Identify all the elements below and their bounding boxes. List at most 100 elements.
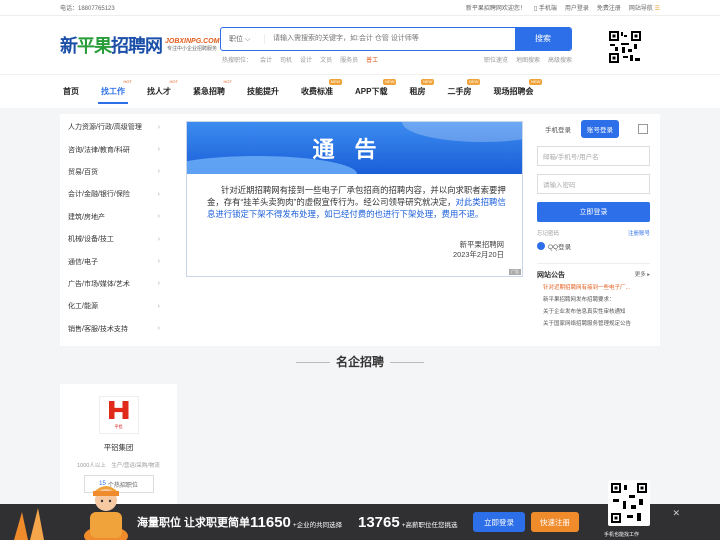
hot-item[interactable]: 文员 (320, 55, 332, 64)
hot-label: 热搜职位： (222, 57, 253, 64)
more-link[interactable]: 更多 ▸ (635, 270, 650, 280)
announce-title: 网站公告 (537, 272, 565, 279)
ad-badge: 广告 (509, 269, 521, 275)
nav-rent[interactable]: 租房 NEW (406, 75, 435, 109)
category-item[interactable]: 通信/电子 › (60, 250, 178, 272)
logo-domain: JOBXINPG.COM (165, 38, 220, 45)
chevron-down-icon: ⌵ (244, 35, 251, 43)
nav-job-fair[interactable]: 现场招聘会 NEW (490, 75, 543, 109)
job-overview-link[interactable]: 职位速览 (484, 55, 508, 64)
hot-item[interactable]: 会计 (260, 55, 272, 64)
qq-login[interactable]: QQ登录 (537, 241, 660, 251)
category-item[interactable]: 会计/金融/银行/保险 › (60, 183, 178, 205)
notice-title: 通告 (312, 137, 397, 163)
promo-slogan: 海量职位 让求职更简单 (137, 517, 251, 529)
stat-jobs: 13765 +高薪职位任您挑选 (358, 513, 458, 531)
login-link[interactable]: 用户登录 (565, 3, 589, 12)
notice-banner[interactable]: 通告 针对近期招聘网有接到一些电子厂承包招商的招聘内容，并以向求职者索要押金，存… (186, 121, 523, 277)
chevron-right-icon: › (157, 213, 160, 221)
new-tag: NEW (383, 78, 397, 85)
notice-header: 通告 (187, 122, 522, 174)
announce-item[interactable]: 关于企业发布信息真实性审核通知 (537, 308, 650, 316)
promo-register-button[interactable]: 快速注册 (531, 512, 579, 532)
login-button[interactable]: 立即登录 (537, 202, 650, 222)
nav-urgent[interactable]: 紧急招聘 HOT (190, 75, 232, 109)
register-account-link[interactable]: 注册账号 (628, 229, 650, 237)
announce-item[interactable]: 关于国家网络招聘服务管理规定公告 (537, 320, 650, 328)
chevron-right-icon: › (157, 302, 160, 310)
nav-find-job[interactable]: 找工作 HOT (98, 75, 132, 109)
search-button[interactable]: 搜索 (515, 27, 571, 50)
bottom-promo-bar: 海量职位 让求职更简单 11650 +企业的共同选择 13765 +高薪职位任您挑选… (0, 480, 720, 540)
nav-find-talent[interactable]: 找人才 HOT (144, 75, 178, 109)
tab-mobile-login[interactable]: 手机登录 (539, 120, 577, 138)
nav-second-hand[interactable]: 二手房 NEW (444, 75, 481, 109)
top-links: 新平果招聘网欢迎您！ ▯ 手机端 用户登录 免费注册 网站导航 ☰ (466, 3, 660, 12)
search-type-select[interactable]: 职位 ⌵ (221, 33, 265, 44)
chevron-right-icon: › (157, 168, 160, 176)
hot-tag: HOT (169, 78, 178, 84)
category-item[interactable]: 贸易/百货 › (60, 161, 178, 183)
register-link[interactable]: 免费注册 (597, 3, 621, 12)
phone-icon: ▯ (533, 6, 538, 12)
contact-phone: 电话：18807765123 (60, 6, 115, 12)
site-logo[interactable]: 新平果招聘网 JOBXINPG.COM 专注中小企业招聘服务 (60, 32, 220, 58)
search-box: 职位 ⌵ 搜索 (220, 26, 572, 51)
category-item[interactable]: 建筑/房地产 › (60, 206, 178, 228)
map-search-link[interactable]: 地图搜索 (516, 55, 540, 64)
nav-pricing[interactable]: 收费标准 NEW (298, 75, 342, 109)
hot-item[interactable]: 司机 (280, 55, 292, 64)
category-item[interactable]: 咨询/法律/教育/科研 › (60, 138, 178, 160)
chevron-right-icon: › (157, 146, 160, 154)
person-illustration (84, 486, 128, 540)
new-tag: NEW (529, 78, 543, 85)
mobile-link[interactable]: ▯ 手机端 (534, 3, 557, 12)
new-tag: NEW (328, 78, 342, 85)
decor-dots (14, 508, 44, 540)
site-nav-link[interactable]: 网站导航 ☰ (629, 3, 660, 12)
category-item[interactable]: 广告/市场/媒体/艺术 › (60, 273, 178, 295)
category-item[interactable]: 人力资源/行政/高级管理 › (60, 116, 178, 138)
search-input[interactable] (265, 27, 515, 50)
qr-code-icon (611, 483, 647, 523)
hot-tag: HOT (223, 78, 232, 84)
category-item[interactable]: 机械/设备/技工 › (60, 228, 178, 250)
qr-login-icon[interactable] (638, 124, 648, 134)
category-item[interactable]: 化工/能源 › (60, 295, 178, 317)
menu-icon: ☰ (654, 6, 660, 12)
notice-body: 针对近期招聘网有接到一些电子厂承包招商的招聘内容，并以向求职者索要押金，存有“挂… (207, 185, 506, 219)
chevron-right-icon: › (157, 190, 160, 198)
section-famous-companies: 名企招聘 (0, 353, 720, 370)
qr-caption: 手机也能找工作 (604, 532, 640, 538)
search-area: 职位 ⌵ 搜索 热搜职位： 会计 司机 设计 文员 服务员 普工 职位速览 地图… (220, 26, 572, 64)
password-field[interactable]: 请输入密码 (537, 174, 650, 194)
stat-companies: 11650 +企业的共同选择 (250, 513, 343, 531)
new-tag: NEW (421, 78, 435, 85)
qq-icon (537, 242, 545, 250)
nav-home[interactable]: 首页 (60, 75, 82, 109)
nav-skills[interactable]: 技能提升 (244, 75, 282, 109)
hot-tag: HOT (123, 78, 132, 84)
top-bar: 电话：18807765123 新平果招聘网欢迎您！ ▯ 手机端 用户登录 免费注… (0, 0, 720, 16)
category-item[interactable]: 销售/客服/技术支持 › (60, 318, 178, 340)
nav-app-download[interactable]: APP下载 NEW (352, 75, 397, 109)
logo-tagline: 专注中小企业招聘服务 (167, 46, 218, 52)
promo-login-button[interactable]: 立即登录 (473, 512, 525, 532)
close-icon[interactable]: ✕ (672, 508, 680, 519)
username-field[interactable]: 邮箱/手机号/用户名 (537, 146, 650, 166)
forgot-password-link[interactable]: 忘记密码 (537, 229, 559, 237)
logo-text-a: 新 (60, 36, 78, 56)
tab-account-login[interactable]: 账号登录 (581, 120, 619, 138)
chevron-right-icon: › (157, 325, 160, 333)
announce-item[interactable]: 针对近期招聘网有接到一些电子厂... (537, 284, 650, 292)
login-tabs: 手机登录 账号登录 (534, 114, 660, 138)
logo-text-b: 平果 (77, 36, 112, 56)
announce-item[interactable]: 新平果招聘网发布招聘要求： (537, 296, 650, 304)
chevron-right-icon: › (157, 280, 160, 288)
hot-item-highlight[interactable]: 普工 (366, 55, 378, 64)
hot-item[interactable]: 设计 (300, 55, 312, 64)
company-name: 平铝集团 (103, 443, 134, 452)
hot-item[interactable]: 服务员 (340, 55, 358, 64)
company-info: 1000人以上 生产/营运/采购/物流 (77, 463, 160, 469)
advanced-search-link[interactable]: 高级搜索 (548, 55, 572, 64)
